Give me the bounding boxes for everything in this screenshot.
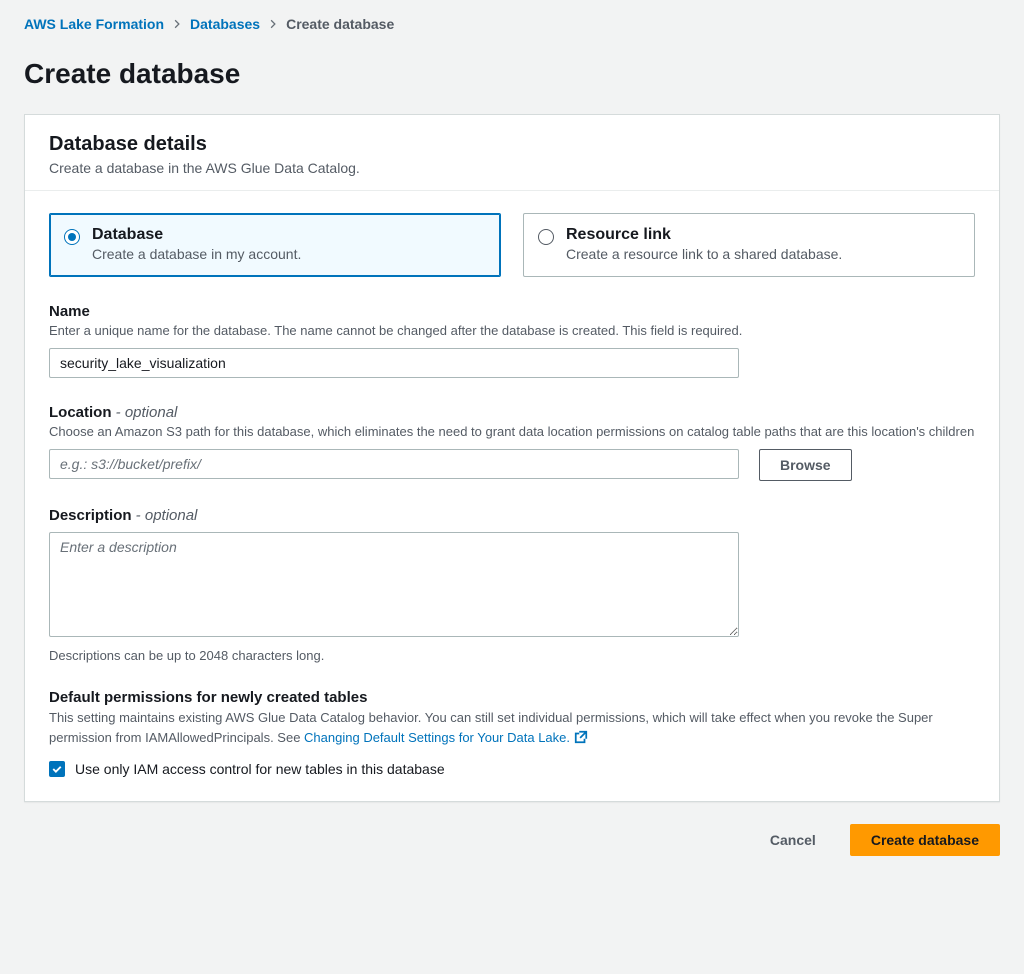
page-title: Create database [24, 58, 1000, 90]
description-input[interactable] [49, 532, 739, 637]
radio-database-title: Database [92, 226, 301, 244]
radio-database-desc: Create a database in my account. [92, 246, 301, 262]
cancel-button[interactable]: Cancel [750, 824, 836, 856]
database-details-panel: Database details Create a database in th… [24, 114, 1000, 802]
location-help: Choose an Amazon S3 path for this databa… [49, 423, 975, 441]
permissions-help: This setting maintains existing AWS Glue… [49, 708, 975, 749]
radio-icon [538, 229, 554, 245]
panel-title: Database details [49, 133, 975, 156]
radio-icon [64, 229, 80, 245]
location-input[interactable] [49, 449, 739, 479]
permissions-label: Default permissions for newly created ta… [49, 689, 975, 706]
footer-actions: Cancel Create database [24, 802, 1000, 856]
radio-database[interactable]: Database Create a database in my account… [49, 213, 501, 277]
chevron-right-icon [268, 19, 278, 29]
name-help: Enter a unique name for the database. Th… [49, 322, 975, 340]
description-label: Description - optional [49, 507, 975, 524]
name-input[interactable] [49, 348, 739, 378]
location-label: Location - optional [49, 404, 975, 421]
description-constraint: Descriptions can be up to 2048 character… [49, 648, 975, 663]
panel-subtitle: Create a database in the AWS Glue Data C… [49, 160, 975, 176]
radio-resource-link[interactable]: Resource link Create a resource link to … [523, 213, 975, 277]
breadcrumb-current: Create database [286, 16, 394, 32]
iam-access-label: Use only IAM access control for new tabl… [75, 761, 445, 777]
iam-access-checkbox[interactable] [49, 761, 65, 777]
chevron-right-icon [172, 19, 182, 29]
database-type-radio-group: Database Create a database in my account… [49, 213, 975, 277]
external-link-icon [574, 730, 588, 750]
browse-button[interactable]: Browse [759, 449, 852, 481]
breadcrumb: AWS Lake Formation Databases Create data… [24, 12, 1000, 40]
create-database-button[interactable]: Create database [850, 824, 1000, 856]
permissions-doc-link[interactable]: Changing Default Settings for Your Data … [304, 730, 570, 745]
breadcrumb-databases[interactable]: Databases [190, 16, 260, 32]
name-label: Name [49, 303, 975, 320]
radio-resource-link-title: Resource link [566, 226, 842, 244]
check-icon [51, 763, 63, 775]
radio-resource-link-desc: Create a resource link to a shared datab… [566, 246, 842, 262]
breadcrumb-root[interactable]: AWS Lake Formation [24, 16, 164, 32]
